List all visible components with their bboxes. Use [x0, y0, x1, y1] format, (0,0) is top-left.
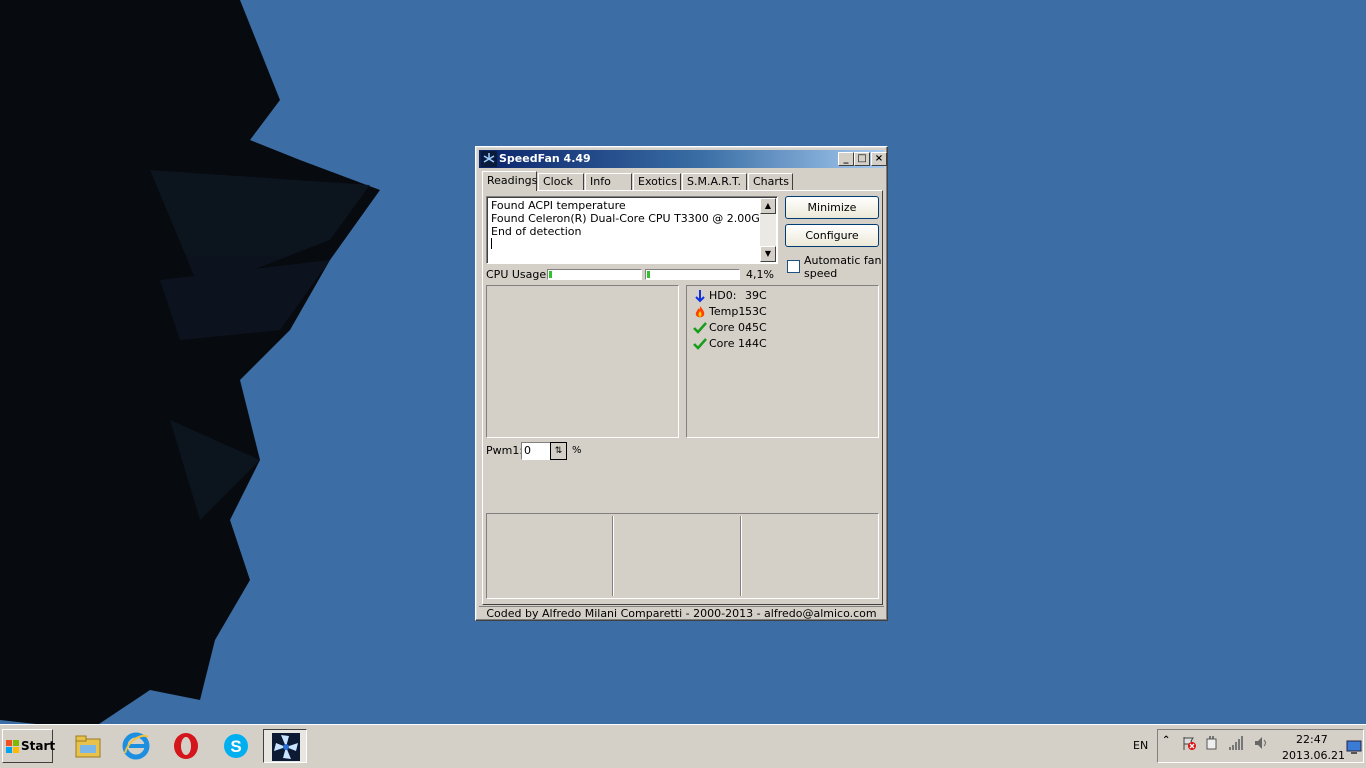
tab-info[interactable]: Info: [585, 173, 632, 190]
windows-logo-icon: [6, 740, 19, 753]
opera-icon: [174, 733, 198, 759]
start-button[interactable]: Start: [2, 729, 56, 763]
log-line: Found ACPI temperature: [491, 199, 626, 212]
pwm1-unit: %: [572, 445, 582, 456]
voltage-panel: [486, 513, 879, 599]
automatic-fan-speed-checkbox[interactable]: [787, 260, 800, 273]
log-line: Found Celeron(R) Dual-Core CPU T3300 @ 2…: [491, 212, 774, 225]
minimize-window-button[interactable]: _: [838, 152, 854, 166]
show-desktop-icon[interactable]: [1346, 739, 1362, 755]
log-line: End of detection: [491, 225, 582, 238]
window-title: SpeedFan 4.49: [499, 152, 591, 165]
speedfan-icon: [481, 151, 497, 167]
status-bar: Coded by Alfredo Milani Comparetti - 200…: [479, 606, 884, 621]
sensor-core1: Core 1: 44C: [693, 336, 767, 352]
cpu-usage-label: CPU Usage: [486, 268, 547, 281]
pwm1-input[interactable]: 0: [521, 442, 551, 460]
checkmark-icon: [693, 338, 707, 350]
tab-smart[interactable]: S.M.A.R.T.: [682, 173, 747, 190]
language-indicator[interactable]: EN: [1133, 739, 1148, 752]
clock-date[interactable]: 2013.06.21: [1282, 749, 1345, 762]
taskbar-opera[interactable]: [164, 729, 208, 763]
speedfan-window: SpeedFan 4.49 _ □ × Readings Clock Info …: [475, 146, 888, 621]
pwm1-spinner-icon[interactable]: ⇅: [550, 442, 567, 460]
temperature-panel: HD0: 39C Temp1: 53C Core 0: 45C Core 1: 44C: [686, 285, 879, 438]
taskbar-skype[interactable]: S: [214, 729, 258, 763]
wallpaper-scribble: [0, 0, 380, 724]
scroll-up-icon[interactable]: ▲: [760, 198, 776, 214]
configure-button[interactable]: Configure: [785, 224, 879, 247]
flame-icon: [695, 306, 705, 318]
tab-charts[interactable]: Charts: [748, 173, 793, 190]
speedfan-icon: [272, 733, 300, 761]
sensor-core0: Core 0: 45C: [693, 320, 767, 336]
tab-exotics[interactable]: Exotics: [633, 173, 681, 190]
scroll-down-icon[interactable]: ▼: [760, 246, 776, 262]
checkmark-icon: [693, 322, 707, 334]
cpu-core1-fill: [647, 271, 650, 278]
tab-strip: Readings Clock Info Exotics S.M.A.R.T. C…: [482, 171, 882, 191]
log-scrollbar[interactable]: ▲ ▼: [760, 198, 776, 262]
arrow-down-icon: [695, 290, 705, 303]
svg-text:S: S: [230, 737, 241, 756]
automatic-fan-speed-label: Automatic fan speed: [804, 254, 882, 280]
tab-readings[interactable]: Readings: [482, 171, 537, 191]
file-explorer-icon: [75, 735, 101, 758]
fan-speed-panel: [486, 285, 679, 438]
close-window-button[interactable]: ×: [871, 152, 887, 166]
cpu-core0-bar: [547, 269, 642, 280]
show-hidden-icons-icon[interactable]: ⌃: [1162, 735, 1178, 751]
sensor-temp1: Temp1: 53C: [693, 304, 767, 320]
cpu-core1-bar: [645, 269, 740, 280]
cpu-core0-fill: [549, 271, 552, 278]
divider: [612, 516, 614, 596]
text-caret: [491, 238, 492, 249]
cpu-usage-value: 4,1%: [746, 268, 774, 281]
action-center-flag-icon[interactable]: [1181, 735, 1197, 751]
taskbar-internet-explorer[interactable]: [114, 729, 158, 763]
clock-time[interactable]: 22:47: [1296, 733, 1328, 746]
detection-log[interactable]: Found ACPI temperature Found Celeron(R) …: [486, 196, 778, 264]
taskbar-file-explorer[interactable]: [66, 729, 110, 763]
divider: [740, 516, 742, 596]
start-label: Start: [21, 739, 56, 753]
internet-explorer-icon: [122, 732, 150, 760]
sensor-hd0: HD0: 39C: [693, 288, 767, 304]
power-plug-icon[interactable]: [1204, 735, 1220, 751]
skype-icon: S: [224, 734, 248, 758]
tab-clock[interactable]: Clock: [538, 173, 584, 190]
window-titlebar[interactable]: SpeedFan 4.49 _ □ ×: [479, 150, 887, 168]
pwm1-label: Pwm1:: [486, 444, 524, 457]
taskbar: Start S EN ⌃ 22:47 2013.06.21: [0, 724, 1366, 768]
taskbar-speedfan[interactable]: [263, 729, 307, 763]
minimize-button[interactable]: Minimize: [785, 196, 879, 219]
maximize-window-button[interactable]: □: [854, 152, 870, 166]
network-signal-icon[interactable]: [1228, 735, 1244, 751]
volume-icon[interactable]: [1253, 735, 1269, 751]
